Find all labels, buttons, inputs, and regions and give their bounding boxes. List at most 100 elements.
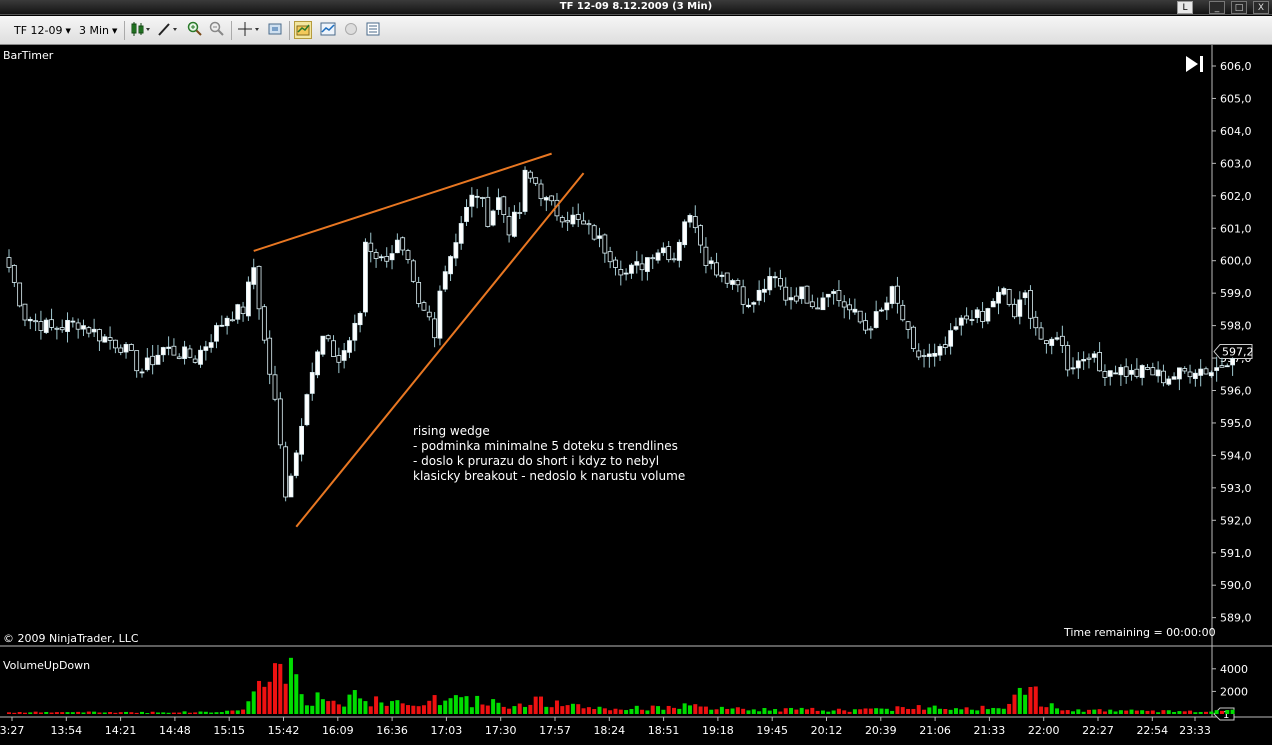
candle-body (703, 246, 709, 266)
candle-body (921, 355, 927, 357)
zoom-in-icon[interactable] (186, 21, 204, 39)
maximize-button[interactable]: □ (1231, 1, 1247, 14)
volume-bar (1097, 709, 1102, 714)
candle-body (958, 317, 964, 326)
candle-body (538, 183, 544, 200)
volume-bar (320, 699, 325, 714)
candle-body (65, 319, 70, 332)
candle-body (607, 251, 613, 263)
chart-annotation[interactable]: rising wedge - podminka minimalne 5 dote… (413, 424, 685, 484)
volume-bar (820, 710, 825, 714)
candle-body (426, 311, 432, 318)
properties-icon[interactable] (364, 21, 382, 39)
snapshot-icon[interactable] (266, 21, 284, 39)
candle-body (1139, 365, 1145, 378)
volume-bar (672, 707, 676, 714)
candle-body (1028, 290, 1033, 319)
volume-bar (746, 710, 751, 714)
volume-bar (842, 710, 847, 714)
candle-body (565, 220, 570, 223)
volume-bar (1065, 710, 1070, 714)
volume-bar (868, 708, 873, 714)
volume-bar (794, 709, 799, 714)
candle-body (873, 311, 879, 328)
price-chart[interactable]: 606,0 605,0 604,0 603,0 602,0 601,0 600,0 599,0… (0, 45, 1272, 745)
candle-body (1203, 368, 1209, 375)
price-panel[interactable] (0, 45, 1212, 645)
indicators-icon[interactable] (319, 21, 337, 39)
volume-bar (251, 691, 256, 714)
time-tick-label: 17:57 (539, 724, 571, 737)
strategy-icon[interactable] (342, 21, 360, 39)
candle-body (1182, 368, 1188, 372)
candle-body (187, 348, 193, 358)
candle-body (953, 326, 959, 330)
annotation-line: - doslo k prurazu do short i kdyz to neb… (413, 454, 660, 468)
data-box-icon[interactable] (294, 21, 312, 39)
volume-bar (400, 703, 405, 714)
candle-body (277, 398, 283, 446)
candle-body (453, 242, 459, 259)
candle-body (586, 223, 592, 226)
candle-body (788, 297, 794, 301)
scroll-to-end-icon[interactable] (1183, 53, 1207, 75)
instrument-selector[interactable]: TF 12-09 ▼ (14, 22, 71, 39)
volume-bar (177, 712, 182, 714)
time-tick-label: 22:00 (1028, 724, 1060, 737)
candle-body (762, 288, 767, 293)
volume-bar (1124, 710, 1129, 714)
volume-tick-label: 4000 (1220, 663, 1248, 676)
volume-bar (326, 701, 331, 714)
volume-bar (241, 709, 246, 714)
volume-bar (161, 712, 166, 714)
toolbar-divider (231, 21, 232, 40)
crosshair-icon[interactable] (236, 21, 262, 39)
candle-body (230, 319, 235, 322)
time-tick-label: 18:51 (648, 724, 680, 737)
zoom-out-icon[interactable] (208, 21, 226, 39)
volume-bar (262, 686, 267, 714)
candle-body (1006, 289, 1012, 305)
link-button[interactable]: L (1177, 1, 1193, 14)
candle-body (150, 355, 156, 366)
close-button[interactable]: X (1253, 1, 1269, 14)
volume-bar (1055, 708, 1060, 714)
volume-bar (485, 705, 490, 714)
candle-body (70, 320, 76, 323)
volume-bar (778, 711, 783, 714)
candle-body (245, 281, 251, 317)
last-price-label: 597,2 (1222, 346, 1254, 359)
candlestick-style-icon[interactable] (128, 21, 152, 39)
drawing-tools-icon[interactable] (157, 21, 179, 39)
candle-body (496, 197, 501, 210)
candle-body (980, 311, 985, 322)
volume-bar (54, 712, 59, 714)
volume-bar (134, 712, 139, 714)
time-tick-label: 21:06 (919, 724, 951, 737)
volume-bar (1209, 711, 1214, 714)
volume-bar (1060, 710, 1065, 714)
candle-body (1075, 360, 1081, 369)
candle-body (464, 206, 469, 222)
volume-bar (7, 712, 11, 714)
volume-bar (12, 712, 17, 714)
price-tick-label: 596,0 (1220, 385, 1252, 398)
volume-bar (448, 698, 453, 714)
candle-body (629, 264, 634, 274)
interval-selector[interactable]: 3 Min ▼ (79, 22, 117, 39)
time-tick-label: 22:54 (1136, 724, 1168, 737)
candle-body (81, 325, 86, 330)
minimize-button[interactable]: _ (1209, 1, 1225, 14)
window-titlebar: TF 12-09 8.12.2009 (3 Min) L _ □ X (0, 0, 1272, 15)
time-tick-label: 20:39 (865, 724, 897, 737)
candle-body (160, 347, 166, 356)
candle-body (895, 285, 900, 304)
candle-body (171, 345, 177, 356)
volume-bar (49, 712, 54, 714)
volume-bar (437, 705, 442, 714)
volume-bar (698, 706, 703, 714)
candle-body (841, 301, 847, 308)
price-tick-label: 590,0 (1220, 579, 1252, 592)
volume-bar (757, 711, 762, 714)
volume-bar (411, 705, 416, 714)
